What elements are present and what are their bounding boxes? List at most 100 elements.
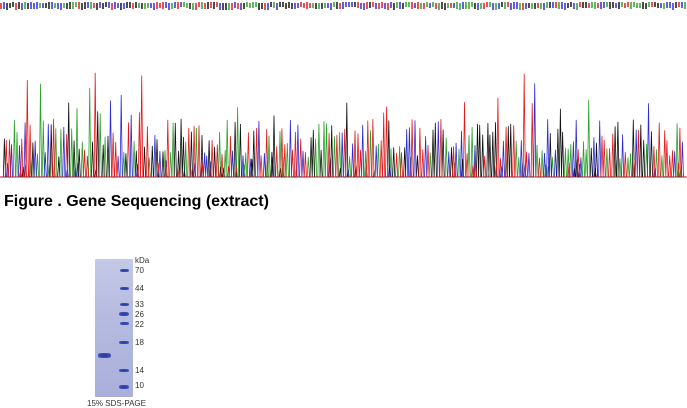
base-call-glyph [120,3,122,10]
base-call-glyph [387,3,389,10]
base-call-glyph [174,2,176,8]
base-call-glyph [246,2,248,7]
marker-band-22 [120,322,129,325]
base-call-glyph [366,2,368,9]
base-call-glyph [90,2,92,9]
base-call-glyph [597,3,599,8]
base-call-glyph [525,3,527,9]
base-call-glyph [600,2,602,9]
base-call-glyph [423,3,425,9]
base-call-glyph [492,3,494,10]
base-call-glyph [648,2,650,7]
marker-band-70 [120,269,129,272]
gel-unit-label: kDa [135,256,150,265]
base-call-glyph [96,3,98,10]
base-call-glyph [279,2,281,7]
base-call-glyph [435,3,437,9]
base-call-glyph [57,3,59,9]
base-call-glyph [219,3,221,10]
base-call-glyph [372,2,374,7]
base-call-glyph [579,2,581,7]
base-call-glyph [258,3,260,10]
base-call-glyph [534,3,536,9]
base-call-glyph [87,2,89,8]
base-call-glyph [651,2,653,7]
base-call-glyph [474,3,476,9]
base-call-glyph [45,3,47,8]
base-call-glyph [339,3,341,9]
base-call-glyph [162,2,164,9]
base-call-glyph [552,2,554,8]
marker-band-18 [119,341,129,344]
base-call-glyph [180,2,182,7]
base-call-glyph [216,2,218,7]
base-call-glyph [375,3,377,9]
chromatogram-trace [0,83,687,178]
base-call-glyph [255,2,257,7]
base-call-glyph [594,2,596,9]
base-call-glyph [0,3,2,9]
marker-label-14: 14 [135,366,144,375]
base-call-glyph [126,2,128,8]
marker-band-14 [119,369,129,372]
base-call-glyph [675,2,677,8]
base-call-glyph [81,3,83,10]
gel-caption: 15% SDS-PAGE [87,399,146,408]
base-call-glyph [390,2,392,8]
base-call-glyph [507,2,509,7]
base-call-glyph [222,3,224,10]
base-call-glyph [36,2,38,9]
base-call-glyph [18,2,20,9]
base-call-glyph [471,2,473,7]
base-call-glyph [528,3,530,8]
base-call-glyph [429,3,431,8]
base-call-glyph [354,2,356,7]
base-call-glyph [243,3,245,9]
base-call-glyph [432,2,434,7]
base-call-glyph [102,3,104,9]
base-call-glyph [543,3,545,10]
base-call-glyph [132,3,134,9]
base-call-glyph [147,3,149,8]
base-call-glyph [267,3,269,10]
base-call-glyph [483,3,485,9]
base-call-glyph [465,2,467,9]
base-call-glyph [408,2,410,7]
base-call-glyph [183,2,185,7]
base-call-glyph [300,2,302,7]
base-call-glyph [519,3,521,10]
base-call-glyph [336,2,338,9]
base-call-glyph [237,3,239,9]
base-call-glyph [333,2,335,7]
marker-band-33 [120,303,129,306]
base-call-glyph [168,3,170,10]
base-call-glyph [141,3,143,9]
base-call-glyph [555,2,557,8]
base-call-glyph [501,2,503,7]
base-call-glyph [309,3,311,8]
marker-band-10 [119,385,129,389]
base-call-glyph [24,2,26,9]
base-call-glyph [150,3,152,8]
base-call-glyph [351,2,353,7]
base-call-glyph [3,2,5,9]
base-call-glyph [156,2,158,9]
base-call-glyph [573,3,575,9]
base-call-glyph [318,3,320,9]
base-call-glyph [486,2,488,7]
marker-label-44: 44 [135,284,144,293]
base-call-glyph [453,3,455,8]
base-call-glyph [591,2,593,8]
base-call-glyph [63,3,65,8]
base-call-glyph [21,3,23,10]
base-call-glyph [606,2,608,7]
base-call-glyph [369,2,371,8]
base-call-glyph [129,2,131,8]
base-call-glyph [633,2,635,7]
marker-label-22: 22 [135,320,144,329]
base-call-glyph [69,2,71,9]
base-call-glyph [537,3,539,8]
base-call-glyph [93,3,95,8]
base-call-glyph [210,2,212,8]
gel-lanes [95,259,133,397]
